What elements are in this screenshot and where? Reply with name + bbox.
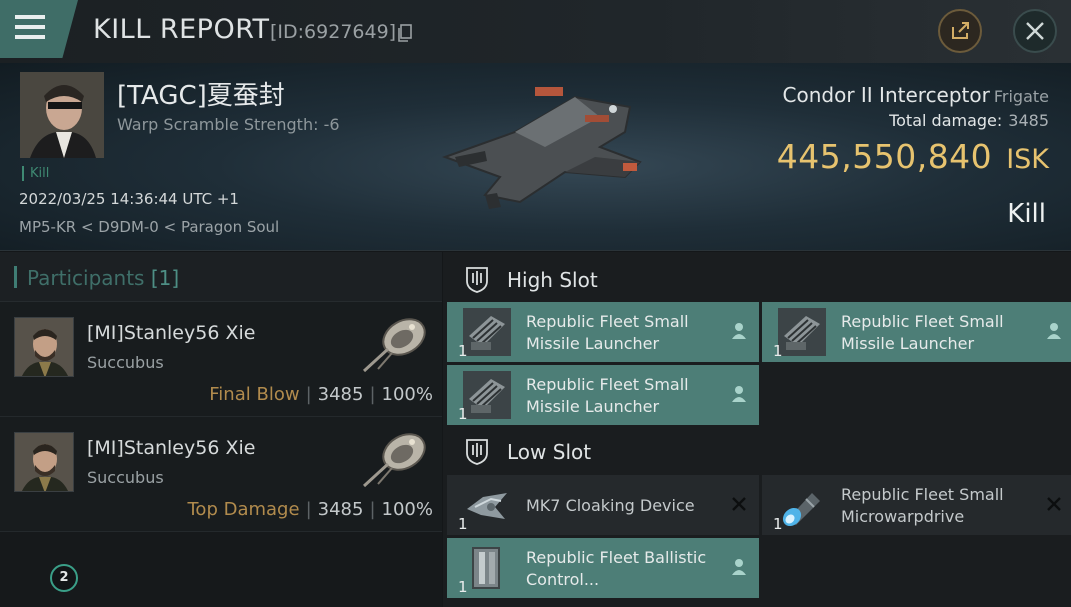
close-icon (1026, 22, 1044, 40)
module-item[interactable]: 1 Republic Fleet Small Missile Launcher (447, 365, 759, 425)
missile-launcher-icon (463, 371, 511, 419)
attacker-portrait[interactable] (14, 432, 74, 492)
pilot-portrait-icon (20, 72, 104, 158)
stat-divider: | (369, 499, 376, 520)
attacker-stats: Final Blow | 3485 | 100% (209, 384, 433, 405)
module-name: Republic Fleet Ballistic Control... (526, 548, 707, 589)
low-slot-icon (466, 439, 488, 465)
cloaking-device-icon (467, 493, 507, 519)
missile-launcher-icon (778, 308, 826, 356)
high-slot-icon (466, 267, 488, 293)
isk-value: 445,550,840 ISK (777, 137, 1049, 176)
stat-divider: | (369, 384, 376, 405)
attacker-row[interactable]: [MI]Stanley56 Xie Succubus Top Damage | 34… (0, 417, 442, 532)
module-quantity: 1 (458, 405, 468, 423)
ship-class: Frigate (993, 87, 1049, 106)
module-item[interactable]: 1 Republic Fleet Small Missile Launcher (447, 302, 759, 362)
close-button[interactable] (1013, 9, 1057, 53)
header-bar: KILL REPORT [ID:6927649] (0, 0, 1071, 63)
participants-title: Participants [1] (27, 266, 179, 290)
header-accent-bar (14, 266, 17, 288)
attacker-ship: Succubus (87, 353, 164, 372)
module-name: Republic Fleet Small Missile Launcher (526, 375, 689, 416)
missile-launcher-icon (463, 308, 511, 356)
menu-button[interactable] (0, 0, 78, 58)
attacker-damage: 3485 (317, 499, 364, 520)
attacker-tag: Top Damage (187, 499, 300, 520)
module-quantity: 1 (458, 342, 468, 360)
participants-label: Participants (27, 266, 145, 290)
module-name: MK7 Cloaking Device (526, 496, 695, 515)
attacker-name[interactable]: [MI]Stanley56 Xie (87, 322, 255, 344)
attacker-percent: 100% (381, 499, 433, 520)
kill-timestamp: 2022/03/25 14:36:44 UTC +1 (19, 190, 239, 208)
high-slot-label: High Slot (507, 268, 598, 292)
total-damage-value: 3485 (1008, 111, 1049, 130)
participants-count: [1] (150, 266, 180, 290)
victim-subtitle: Warp Scramble Strength: -6 (117, 115, 340, 134)
pilot-portrait-icon (15, 318, 73, 376)
attacker-percent: 100% (381, 384, 433, 405)
isk-unit: ISK (1006, 144, 1049, 175)
module-name: Republic Fleet Small Missile Launcher (841, 312, 1004, 353)
victim-portrait[interactable] (20, 72, 104, 158)
stat-divider: | (305, 499, 312, 520)
dropped-person-icon (732, 559, 746, 575)
page-badge[interactable]: 2 (50, 564, 78, 592)
ship-name: Condor II Interceptor (782, 83, 990, 107)
pilot-portrait-icon (15, 433, 73, 491)
attacker-name[interactable]: [MI]Stanley56 Xie (87, 437, 255, 459)
destroyed-x-icon (732, 497, 746, 511)
attacker-ship-icon[interactable] (352, 422, 432, 494)
microwarpdrive-icon (782, 493, 820, 527)
destroyed-x-icon (1047, 497, 1061, 511)
fitting-panel: High Slot 1 Republic Fleet Small Missile… (443, 252, 1071, 607)
stat-divider: | (305, 384, 312, 405)
module-quantity: 1 (773, 342, 783, 360)
victim-banner: [TAGC]夏蚕封 Warp Scramble Strength: -6 Kil… (0, 63, 1071, 251)
low-slot-header: Low Slot (447, 426, 1071, 476)
isk-amount: 445,550,840 (776, 137, 993, 176)
result-label: Kill (1007, 199, 1046, 229)
module-item[interactable]: 1 Republic Fleet Small Missile Launcher (762, 302, 1071, 362)
dropped-person-icon (732, 386, 746, 402)
hamburger-icon (15, 15, 45, 39)
kill-location[interactable]: MP5-KR < D9DM-0 < Paragon Soul (19, 218, 279, 236)
victim-ship[interactable]: Condor II Interceptor Frigate (783, 83, 1049, 107)
participants-header: Participants [1] (0, 252, 442, 302)
kill-tag: Kill (22, 166, 49, 181)
high-slot-header: High Slot (447, 254, 1071, 304)
module-quantity: 1 (773, 515, 783, 533)
total-damage-label: Total damage: (889, 111, 1003, 130)
copy-icon[interactable] (397, 24, 413, 42)
module-name: Republic Fleet Small Microwarpdrive (841, 485, 1004, 526)
victim-ship-icon[interactable] (425, 77, 665, 217)
attacker-ship-icon[interactable] (352, 307, 432, 379)
attacker-stats: Top Damage | 3485 | 100% (188, 499, 434, 520)
page-title: KILL REPORT (93, 14, 270, 45)
victim-name[interactable]: [TAGC]夏蚕封 (117, 75, 285, 112)
ballistic-control-icon (472, 547, 500, 589)
module-name: Republic Fleet Small Missile Launcher (526, 312, 689, 353)
module-quantity: 1 (458, 515, 468, 533)
module-quantity: 1 (458, 578, 468, 596)
participants-panel: Participants [1] [MI]Stanley56 Xie Succu… (0, 252, 442, 607)
attacker-portrait[interactable] (14, 317, 74, 377)
total-damage: Total damage: 3485 (889, 111, 1049, 130)
report-id: [ID:6927649] (270, 21, 397, 43)
share-button[interactable] (938, 9, 982, 53)
attacker-damage: 3485 (317, 384, 364, 405)
dropped-person-icon (732, 323, 746, 339)
dropped-person-icon (1047, 323, 1061, 339)
attacker-tag: Final Blow (209, 384, 300, 405)
attacker-ship: Succubus (87, 468, 164, 487)
module-item[interactable]: 1 Republic Fleet Ballistic Control... (447, 538, 759, 598)
module-item[interactable]: 1 Republic Fleet Small Microwarpdrive (762, 475, 1071, 535)
module-item[interactable]: 1 MK7 Cloaking Device (447, 475, 759, 535)
low-slot-label: Low Slot (507, 440, 592, 464)
attacker-row[interactable]: [MI]Stanley56 Xie Succubus Final Blow | 34… (0, 302, 442, 417)
share-icon (952, 22, 969, 39)
